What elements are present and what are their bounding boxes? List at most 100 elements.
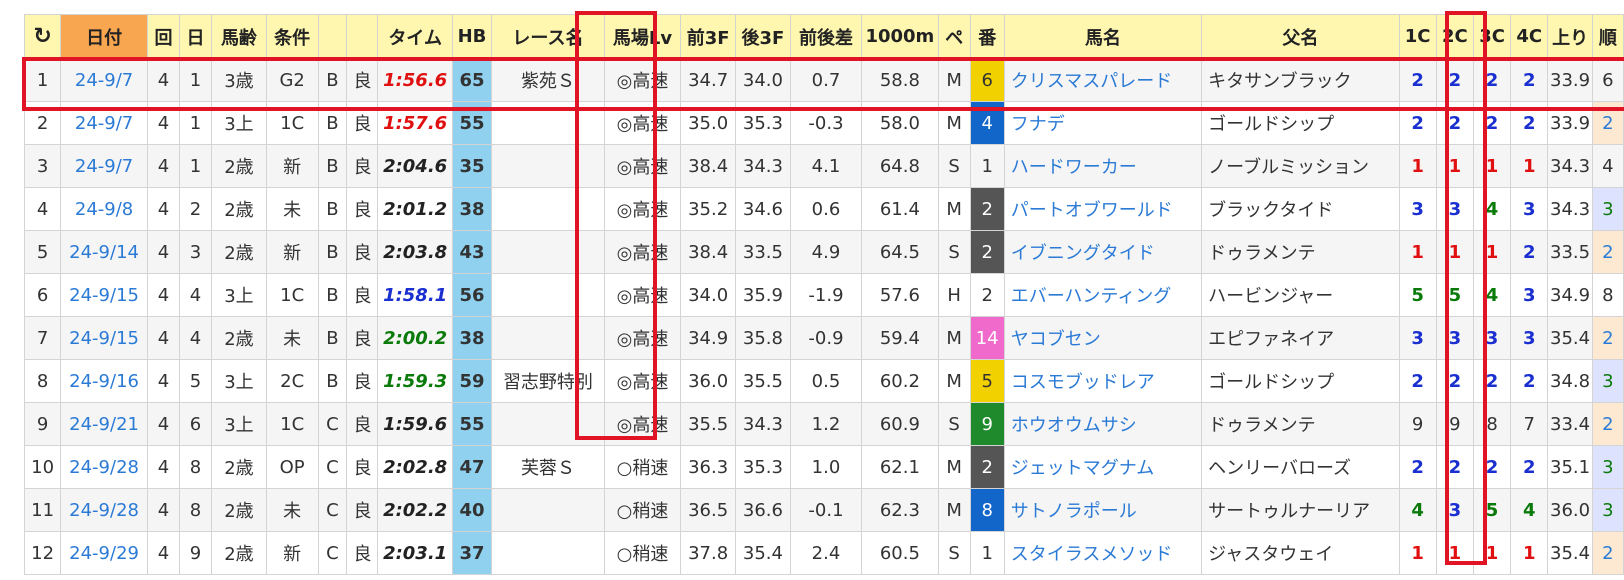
- column-header-race-name[interactable]: レース名: [491, 14, 605, 59]
- track-level-cell: ○稍速: [603, 531, 682, 575]
- corner-3-cell: 1: [1472, 230, 1512, 274]
- split-diff-cell: 0.5: [789, 359, 863, 403]
- time-cell: 2:04.6: [377, 144, 453, 188]
- first-3f-cell: 37.8: [680, 531, 737, 575]
- sire-name-cell: エピファネイア: [1201, 316, 1400, 360]
- last-3f-cell: 33.5: [735, 230, 791, 274]
- column-header-time[interactable]: タイム: [377, 14, 453, 59]
- table-row[interactable]: 5 24-9/14 4 3 2歳新 B 良 2:03.8 43 ◎高速 38.4 33.5 4.9 64.…: [23, 230, 1624, 274]
- sire-name-cell: サートゥルナーリア: [1201, 488, 1400, 532]
- horse-name-link[interactable]: ホウオウムサシ: [1003, 402, 1203, 446]
- column-header-final-3f[interactable]: 上り: [1547, 14, 1593, 59]
- table-row[interactable]: 4 24-9/8 4 2 2歳未 B 良 2:01.2 38 ◎高速 35.2 34.6 0.6 61.4…: [23, 187, 1624, 231]
- column-header-corner-1[interactable]: 1C: [1398, 14, 1437, 59]
- horse-name-link[interactable]: クリスマスパレード: [1003, 58, 1203, 102]
- column-header-going[interactable]: [346, 14, 379, 59]
- class-cell: 新: [265, 144, 319, 188]
- date-link[interactable]: 24-9/21: [60, 402, 148, 446]
- rank-cell: 3: [1591, 488, 1624, 532]
- date-link[interactable]: 24-9/7: [60, 101, 148, 145]
- 1000m-cell: 60.9: [861, 402, 939, 446]
- column-header-track-level[interactable]: 馬場Lv: [603, 14, 682, 59]
- horse-name-link[interactable]: ジェットマグナム: [1003, 445, 1203, 489]
- corner-1-cell: 1: [1398, 230, 1437, 274]
- horse-name-link[interactable]: パートオブワールド: [1003, 187, 1203, 231]
- horse-name-link[interactable]: エバーハンティング: [1003, 273, 1203, 317]
- day-cell: 3: [179, 230, 213, 274]
- column-header-split-diff[interactable]: 前後差: [789, 14, 863, 59]
- horse-name-link[interactable]: ヤコブセン: [1003, 316, 1203, 360]
- horse-name-link[interactable]: サトノラポール: [1003, 488, 1203, 532]
- date-link[interactable]: 24-9/15: [60, 273, 148, 317]
- refresh-icon[interactable]: ↻: [23, 14, 62, 59]
- sire-name-cell: ゴールドシップ: [1201, 359, 1400, 403]
- column-header-pace[interactable]: ペ: [937, 14, 971, 59]
- column-header-sire-name[interactable]: 父名: [1201, 14, 1400, 59]
- horse-name-link[interactable]: イブニングタイド: [1003, 230, 1203, 274]
- table-row[interactable]: 7 24-9/15 4 4 2歳未 B 良 2:00.2 38 ◎高速 34.9 35.8 -0.9 59…: [23, 316, 1624, 360]
- corner-2-cell: 2: [1435, 445, 1474, 489]
- corner-2-cell: 1: [1435, 531, 1474, 575]
- table-row[interactable]: 10 24-9/28 4 8 2歳 OP C 良 2:02.8 47 芙蓉Ｓ ○稍速 36.3 35.3 1…: [23, 445, 1624, 489]
- table-row[interactable]: 12 24-9/29 4 9 2歳新 C 良 2:03.1 37 ○稍速 37.8 35.4 2.4 60…: [23, 531, 1624, 575]
- table-row[interactable]: 11 24-9/28 4 8 2歳未 C 良 2:02.2 40 ○稍速 36.5 36.6 -0.1 6…: [23, 488, 1624, 532]
- table-row[interactable]: 8 24-9/16 4 5 3上 2C B 良 1:59.3 59 習志野特別 ◎高速 36.0 35.5…: [23, 359, 1624, 403]
- date-link[interactable]: 24-9/16: [60, 359, 148, 403]
- column-header-kai[interactable]: 回: [146, 14, 181, 59]
- horse-name-link[interactable]: コスモブッドレア: [1003, 359, 1203, 403]
- table-row[interactable]: 6 24-9/15 4 4 3上 1C B 良 1:58.1 56 ◎高速 34.0 35.9 -1.9 5…: [23, 273, 1624, 317]
- horse-name-link[interactable]: ハードワーカー: [1003, 144, 1203, 188]
- column-header-course[interactable]: [317, 14, 348, 59]
- column-header-horse-name[interactable]: 馬名: [1003, 14, 1203, 59]
- gate-number-cell: 2: [969, 230, 1005, 274]
- horse-name-link[interactable]: スタイラスメソッド: [1003, 531, 1203, 575]
- column-header-1000m[interactable]: 1000m: [861, 14, 939, 59]
- date-link[interactable]: 24-9/8: [60, 187, 148, 231]
- column-header-corner-2[interactable]: 2C: [1435, 14, 1474, 59]
- corner-1-cell: 2: [1398, 359, 1437, 403]
- column-header-corner-3[interactable]: 3C: [1472, 14, 1512, 59]
- hb-cell: 56: [451, 273, 493, 317]
- table-row[interactable]: 9 24-9/21 4 6 3上 1C C 良 1:59.6 55 ◎高速 35.5 34.3 1.2 60…: [23, 402, 1624, 446]
- final-3f-cell: 33.9: [1547, 58, 1593, 102]
- final-3f-cell: 35.4: [1547, 316, 1593, 360]
- date-link[interactable]: 24-9/28: [60, 488, 148, 532]
- column-header-age[interactable]: 馬齢: [211, 14, 267, 59]
- sire-name-cell: キタサンブラック: [1201, 58, 1400, 102]
- going-cell: 良: [346, 531, 379, 575]
- pace-cell: S: [937, 230, 971, 274]
- column-header-condition[interactable]: 条件: [265, 14, 319, 59]
- table-row[interactable]: 2 24-9/7 4 1 3上 1C B 良 1:57.6 55 ◎高速 35.0 35.3 -0.3 58…: [23, 101, 1624, 145]
- date-link[interactable]: 24-9/28: [60, 445, 148, 489]
- age-cell: 2歳: [211, 445, 267, 489]
- kai-cell: 4: [146, 531, 181, 575]
- row-number-cell: 3: [23, 144, 62, 188]
- column-header-last-3f[interactable]: 後3F: [735, 14, 791, 59]
- corner-3-cell: 2: [1472, 445, 1512, 489]
- table-row[interactable]: 3 24-9/7 4 1 2歳新 B 良 2:04.6 35 ◎高速 38.4 34.3 4.1 64.8…: [23, 144, 1624, 188]
- race-name-cell: [491, 402, 605, 446]
- date-link[interactable]: 24-9/29: [60, 531, 148, 575]
- date-link[interactable]: 24-9/7: [60, 144, 148, 188]
- date-link[interactable]: 24-9/7: [60, 58, 148, 102]
- table-row[interactable]: 1 24-9/7 4 1 3歳 G2 B 良 1:56.6 65 紫苑Ｓ ◎高速 34.7 34.0 0.7…: [23, 58, 1624, 102]
- corner-2-cell: 3: [1435, 187, 1474, 231]
- column-header-hb[interactable]: HB: [451, 14, 493, 59]
- 1000m-cell: 60.5: [861, 531, 939, 575]
- column-header-corner-4[interactable]: 4C: [1510, 14, 1549, 59]
- row-number-cell: 2: [23, 101, 62, 145]
- date-link[interactable]: 24-9/14: [60, 230, 148, 274]
- date-link[interactable]: 24-9/15: [60, 316, 148, 360]
- gate-number-cell: 1: [969, 531, 1005, 575]
- class-cell: 1C: [265, 273, 319, 317]
- hb-cell: 59: [451, 359, 493, 403]
- column-header-first-3f[interactable]: 前3F: [680, 14, 737, 59]
- column-header-date[interactable]: 日付: [60, 14, 148, 59]
- time-cell: 1:59.3: [377, 359, 453, 403]
- column-header-gate-number[interactable]: 番: [969, 14, 1005, 59]
- column-header-rank[interactable]: 順: [1591, 14, 1624, 59]
- column-header-day[interactable]: 日: [179, 14, 213, 59]
- horse-name-link[interactable]: フナデ: [1003, 101, 1203, 145]
- kai-cell: 4: [146, 101, 181, 145]
- class-cell: 1C: [265, 101, 319, 145]
